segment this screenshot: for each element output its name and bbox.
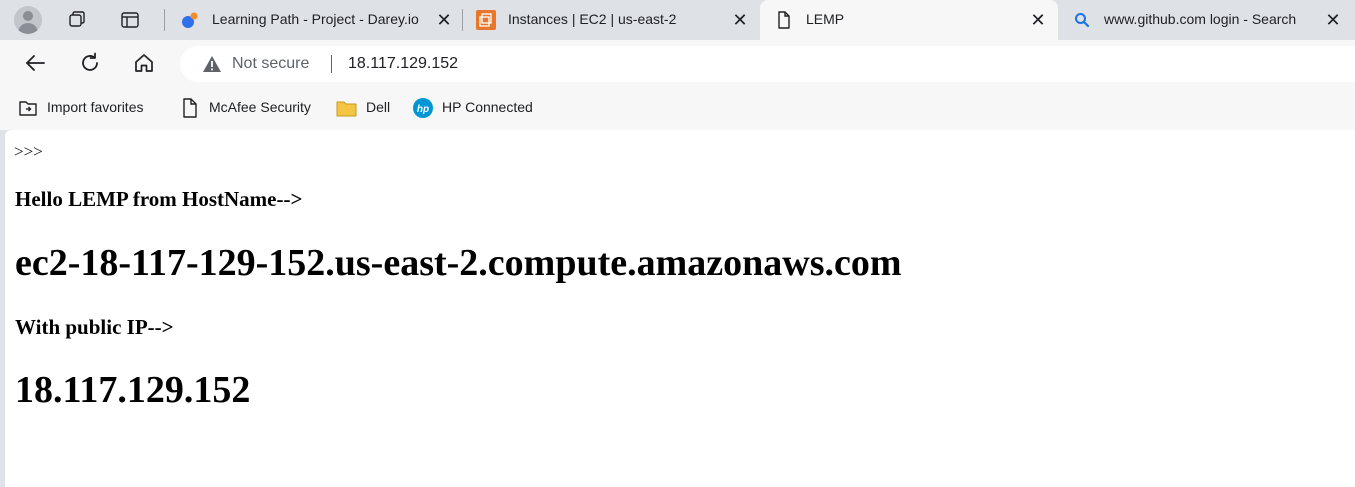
aws-ec2-icon xyxy=(476,10,496,30)
address-bar[interactable]: Not secure 18.117.129.152 xyxy=(180,46,1355,82)
folder-icon xyxy=(336,101,357,117)
avatar-head xyxy=(23,11,33,21)
refresh-icon[interactable] xyxy=(78,51,102,75)
browser-toolbar: Not secure 18.117.129.152 xyxy=(0,40,1355,86)
svg-text:hp: hp xyxy=(417,104,429,115)
avatar-body xyxy=(18,23,38,34)
tab-learning-path[interactable]: Learning Path - Project - Darey.io ✕ xyxy=(166,0,461,40)
tab-title: LEMP xyxy=(806,11,845,27)
tab-title: Instances | EC2 | us-east-2 xyxy=(508,11,677,27)
tab-title: Learning Path - Project - Darey.io xyxy=(212,11,419,27)
back-icon[interactable] xyxy=(23,51,47,75)
favorite-label: McAfee Security xyxy=(209,99,311,115)
tab-strip: Learning Path - Project - Darey.io ✕ Ins… xyxy=(0,0,1355,40)
search-icon xyxy=(1075,13,1090,28)
close-icon[interactable]: ✕ xyxy=(1030,11,1046,29)
warning-icon[interactable] xyxy=(202,55,222,73)
close-icon[interactable]: ✕ xyxy=(436,11,452,29)
tab-github-search[interactable]: www.github.com login - Search ✕ xyxy=(1058,0,1355,40)
tab-ec2-instances[interactable]: Instances | EC2 | us-east-2 ✕ xyxy=(462,0,758,40)
address-divider xyxy=(331,55,332,73)
url-text[interactable]: 18.117.129.152 xyxy=(348,55,458,73)
page-prefix: >>> xyxy=(14,142,43,161)
tab-actions-icon[interactable] xyxy=(120,10,140,30)
favorite-label: HP Connected xyxy=(442,99,533,115)
close-icon[interactable]: ✕ xyxy=(1325,11,1341,29)
page-icon xyxy=(778,11,790,29)
favorite-label: Dell xyxy=(366,99,391,115)
page-content: >>> Hello LEMP from HostName--> ec2-18-1… xyxy=(5,130,1355,487)
home-icon[interactable] xyxy=(132,51,156,75)
hostname-value: ec2-18-117-129-152.us-east-2.compute.ama… xyxy=(15,242,902,284)
tab-title: www.github.com login - Search xyxy=(1104,11,1297,27)
security-label[interactable]: Not secure xyxy=(232,55,309,73)
close-icon[interactable]: ✕ xyxy=(732,11,748,29)
profile-avatar[interactable] xyxy=(14,6,42,34)
workspaces-icon[interactable] xyxy=(67,10,87,30)
hostname-heading: Hello LEMP from HostName--> xyxy=(15,187,303,211)
tab-separator xyxy=(164,9,165,31)
page-icon xyxy=(183,98,197,118)
hp-icon: hp xyxy=(413,98,433,118)
public-ip-value: 18.117.129.152 xyxy=(15,369,251,411)
favorite-label: Import favorites xyxy=(47,99,144,115)
public-ip-heading: With public IP--> xyxy=(15,315,174,339)
import-favorites-icon xyxy=(19,101,37,116)
tab-lemp[interactable]: LEMP ✕ xyxy=(760,0,1058,40)
darey-icon xyxy=(182,12,198,28)
favorites-bar: Import favorites McAfee Security Dell hp… xyxy=(0,86,1355,130)
